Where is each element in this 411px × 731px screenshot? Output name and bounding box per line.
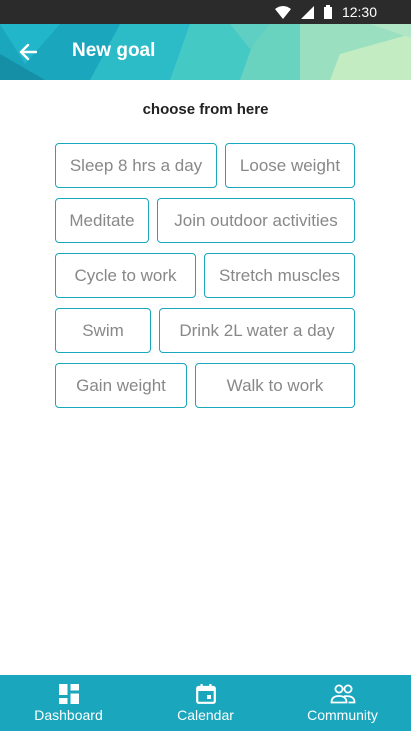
goal-chip-swim[interactable]: Swim (55, 308, 151, 353)
nav-label-community: Community (307, 707, 378, 723)
arrow-left-icon (19, 43, 37, 61)
header-background (0, 24, 411, 80)
community-icon (330, 684, 355, 704)
page-title: New goal (72, 40, 156, 61)
signal-icon (300, 5, 314, 19)
back-button[interactable] (14, 38, 42, 66)
status-time: 12:30 (341, 4, 377, 20)
bottom-navigation: Dashboard Calendar Community (0, 675, 411, 731)
goal-chip-sleep[interactable]: Sleep 8 hrs a day (55, 143, 217, 188)
nav-label-calendar: Calendar (177, 707, 234, 723)
goal-chip-drink-water[interactable]: Drink 2L water a day (159, 308, 355, 353)
goal-chip-stretch-muscles[interactable]: Stretch muscles (204, 253, 355, 298)
calendar-icon (195, 684, 216, 704)
goal-chip-cycle-to-work[interactable]: Cycle to work (55, 253, 196, 298)
battery-icon (323, 5, 332, 19)
goal-chip-walk-to-work[interactable]: Walk to work (195, 363, 355, 408)
wifi-icon (274, 5, 291, 19)
goal-chip-meditate[interactable]: Meditate (55, 198, 149, 243)
dashboard-icon (58, 684, 79, 704)
nav-item-community[interactable]: Community (274, 675, 411, 731)
app-bar: New goal (0, 24, 411, 80)
nav-label-dashboard: Dashboard (34, 707, 103, 723)
goal-chip-loose-weight[interactable]: Loose weight (225, 143, 355, 188)
goal-chip-gain-weight[interactable]: Gain weight (55, 363, 187, 408)
goal-chip-outdoor-activities[interactable]: Join outdoor activities (157, 198, 355, 243)
section-subtitle: choose from here (142, 101, 269, 118)
nav-item-calendar[interactable]: Calendar (137, 675, 274, 731)
nav-item-dashboard[interactable]: Dashboard (0, 675, 137, 731)
status-bar: 12:30 (0, 0, 411, 24)
